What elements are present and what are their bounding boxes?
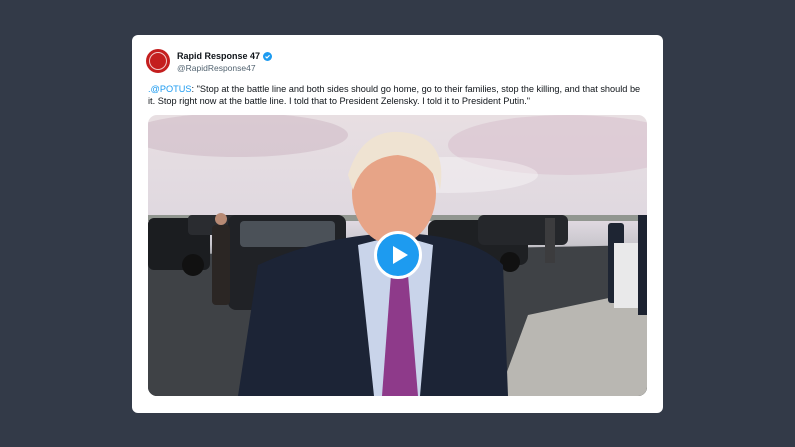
author-display-name[interactable]: Rapid Response 47 [177, 51, 260, 61]
author-name-row: Rapid Response 47 [177, 51, 273, 61]
play-icon [393, 246, 408, 264]
tweet-text: .@POTUS: "Stop at the battle line and bo… [148, 84, 648, 107]
campaign-seal-icon [149, 52, 167, 70]
video-player[interactable] [148, 115, 647, 396]
verified-badge-icon [263, 51, 273, 61]
play-button[interactable] [374, 231, 422, 279]
author-handle[interactable]: @RapidResponse47 [177, 63, 256, 73]
mention-link[interactable]: .@POTUS [148, 84, 192, 94]
author-avatar[interactable] [146, 49, 170, 73]
tweet-embed-card[interactable]: Rapid Response 47 @RapidResponse47 .@POT… [132, 35, 663, 413]
tweet-body: : "Stop at the battle line and both side… [148, 84, 641, 106]
